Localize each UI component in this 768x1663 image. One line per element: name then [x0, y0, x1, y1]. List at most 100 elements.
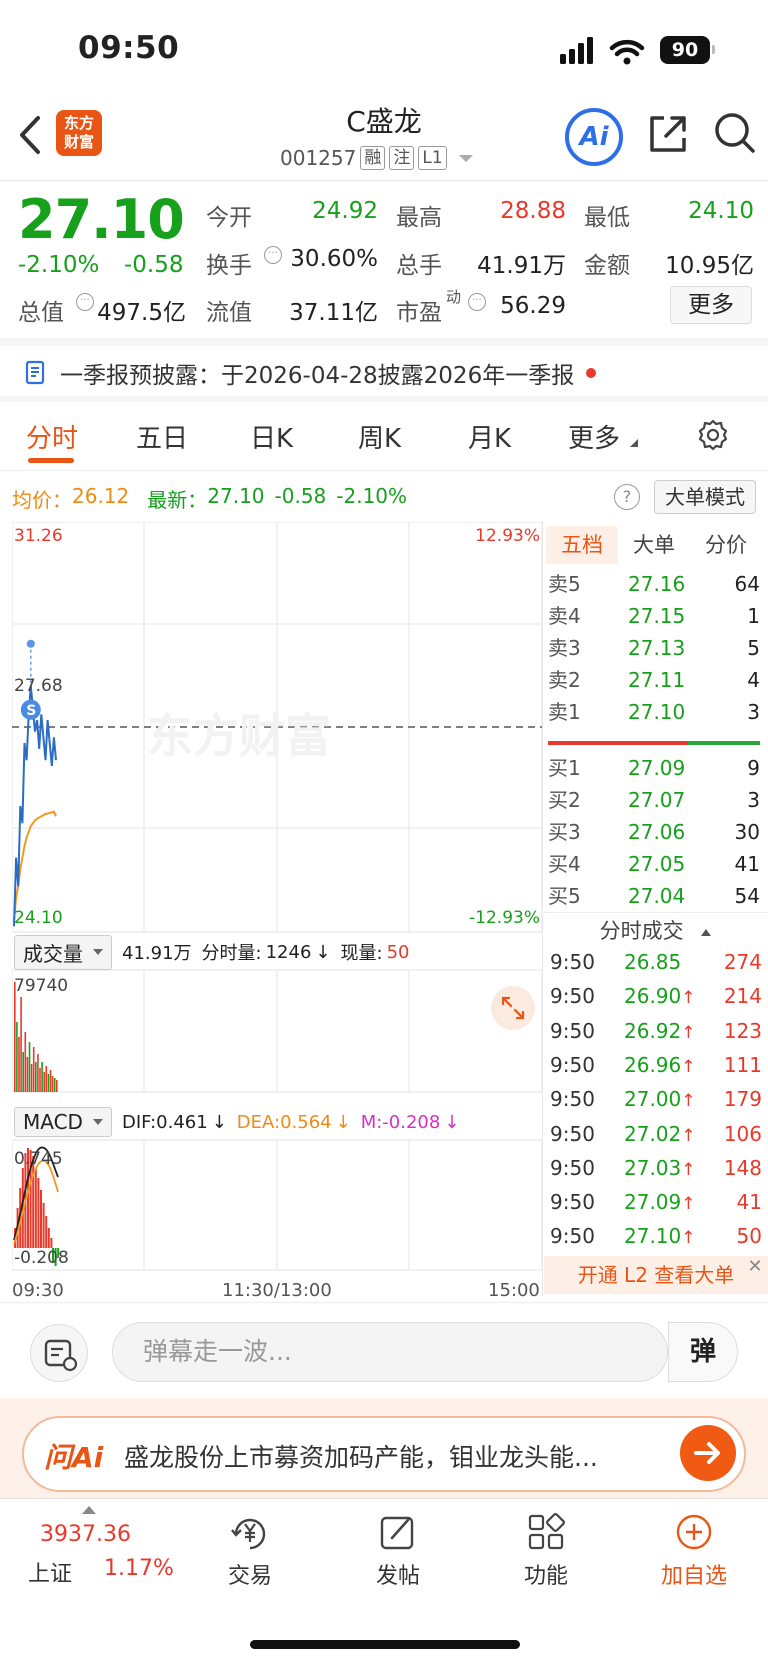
level-price: 27.10 — [628, 700, 686, 724]
trade-volume: 179 — [723, 1087, 762, 1112]
volume-minute-label: 分时量: — [201, 943, 262, 964]
macd-bar — [45, 1216, 48, 1248]
price-mid-label: 27.68 — [14, 676, 63, 696]
tab-five-day[interactable]: 五日 — [136, 418, 188, 455]
stock-code: 001257 — [280, 146, 357, 170]
level-volume: 4 — [747, 668, 760, 692]
chart-settings-button[interactable] — [696, 418, 730, 452]
change-percent: -2.10% — [18, 252, 100, 278]
price-line — [13, 685, 57, 927]
index-value[interactable]: 3937.36 — [40, 1522, 131, 1547]
trade-price: 27.02↑ — [624, 1121, 696, 1146]
level-volume: 30 — [734, 820, 760, 844]
search-button[interactable] — [712, 110, 756, 156]
macd-bar — [42, 1203, 45, 1248]
macd-header: MACD DIF:0.461 ↓ DEA:0.564 ↓ M:-0.208 ↓ — [14, 1106, 534, 1138]
orderbook-row[interactable]: 买5 27.04 54 — [548, 881, 760, 911]
macd-indicator-select[interactable]: MACD — [14, 1107, 112, 1137]
latest-change: -0.58 — [274, 484, 327, 508]
tab-big-orders[interactable]: 大单 — [618, 526, 690, 564]
trade-volume: 214 — [723, 984, 762, 1009]
more-quote-button[interactable]: 更多 — [670, 286, 752, 324]
share-icon — [650, 116, 686, 152]
orderbook-row[interactable]: 卖4 27.15 1 — [548, 601, 760, 631]
nav-add-watchlist[interactable]: 加自选 — [644, 1512, 744, 1590]
tab-monthly-k[interactable]: 月K — [468, 418, 511, 455]
intraday-chart[interactable]: 东方财富 S 31.26 27.68 24.10 12.93% -12.93% … — [12, 522, 542, 1277]
notice-bar[interactable]: 一季报预披露：于2026-04-28披露2026年一季报 — [24, 356, 597, 390]
arrow-down-icon: ↓ — [211, 1111, 227, 1133]
volume-select-label: 成交量 — [23, 941, 83, 966]
trade-volume: 274 — [723, 950, 762, 974]
volume-bar — [32, 1047, 35, 1092]
volume-now-label: 现量: — [340, 943, 383, 964]
orderbook-row[interactable]: 买3 27.06 30 — [548, 817, 760, 847]
arrow-up-icon: ↑ — [681, 1125, 696, 1146]
orderbook-row[interactable]: 卖1 27.10 3 — [548, 697, 760, 727]
ai-button[interactable]: Ai — [565, 108, 623, 166]
danmu-input[interactable]: 弹幕走一波... — [112, 1322, 668, 1382]
time-start: 09:30 — [12, 1280, 64, 1301]
level-label: 卖2 — [548, 668, 581, 692]
search-icon — [715, 113, 755, 153]
arrow-down-icon: ↓ — [335, 1111, 351, 1133]
tab-weekly-k[interactable]: 周K — [358, 418, 401, 455]
orderbook-row[interactable]: 卖3 27.13 5 — [548, 633, 760, 663]
big-order-mode-button[interactable]: 大单模式 — [654, 480, 756, 514]
macd-top-label: 0.745 — [14, 1149, 63, 1169]
orderbook-row[interactable]: 买1 27.09 9 — [548, 753, 760, 783]
corner-caret-icon — [630, 439, 639, 447]
orderbook-row[interactable]: 买4 27.05 41 — [548, 849, 760, 879]
low-label: 最低 — [584, 205, 630, 231]
info-icon[interactable]: ··· — [468, 293, 486, 311]
index-percent[interactable]: 1.17% — [104, 1556, 174, 1581]
volume-max-label: 79740 — [14, 976, 68, 996]
document-icon — [25, 360, 45, 385]
bid-ask-ratio-bar — [548, 741, 760, 745]
help-icon[interactable]: ? — [614, 484, 640, 510]
orderbook-divider — [542, 522, 543, 1296]
tab-five-levels[interactable]: 五档 — [546, 526, 618, 564]
orderbook-row[interactable]: 卖5 27.16 64 — [548, 569, 760, 599]
level-volume: 64 — [734, 572, 760, 596]
arrow-up-icon: ↑ — [681, 1056, 696, 1077]
dea-value: DEA:0.564 — [236, 1111, 332, 1133]
orderbook-row[interactable]: 买2 27.07 3 — [548, 785, 760, 815]
close-icon[interactable]: ✕ — [744, 1256, 766, 1278]
trade-time: 9:50 — [550, 984, 595, 1009]
level-label: 买1 — [548, 756, 581, 780]
latest-value: 27.10 — [207, 484, 265, 508]
l2-upgrade-banner[interactable]: 开通 L2 查看大单 — [544, 1256, 768, 1294]
caret-up-icon — [82, 1506, 96, 1514]
nav-trade[interactable]: 交易 — [200, 1512, 300, 1590]
m-value: M:-0.208 — [360, 1111, 441, 1133]
tab-more[interactable]: 更多 — [568, 418, 639, 455]
volume-indicator-select[interactable]: 成交量 — [14, 934, 112, 970]
trade-row: 9:50 27.00↑ 179 — [550, 1082, 762, 1116]
ask-ai-go-button[interactable] — [680, 1425, 736, 1481]
ask-ratio — [548, 741, 688, 745]
danmu-settings-button[interactable] — [30, 1324, 88, 1382]
trade-price: 26.85 — [624, 950, 682, 974]
ask-ai-prompt[interactable]: 盛龙股份上市募资加码产能，钼业龙头能... — [124, 1438, 654, 1474]
header-divider — [0, 180, 768, 181]
level-volume: 54 — [734, 884, 760, 908]
volume-bar — [53, 1078, 56, 1092]
s-badge-letter: S — [26, 703, 36, 719]
tab-intraday[interactable]: 分时 — [26, 418, 78, 455]
volume-bar — [30, 1064, 33, 1092]
arrow-right-icon — [694, 1442, 720, 1464]
expand-chart-button[interactable] — [491, 986, 535, 1030]
tab-price-distribution[interactable]: 分价 — [690, 526, 762, 564]
nav-post[interactable]: 发帖 — [348, 1512, 448, 1590]
nav-functions[interactable]: 功能 — [496, 1512, 596, 1590]
danmu-toggle-button[interactable]: 弹 — [668, 1322, 738, 1382]
stock-code-row[interactable]: 001257 融 注 L1 — [280, 146, 473, 170]
orderbook-row[interactable]: 卖2 27.11 4 — [548, 665, 760, 695]
tab-daily-k[interactable]: 日K — [250, 418, 293, 455]
price-bottom-label: 24.10 — [14, 908, 63, 928]
share-button[interactable] — [646, 112, 690, 156]
trades-header[interactable]: 分时成交 — [544, 915, 768, 945]
index-name[interactable]: 上证 — [28, 1556, 72, 1588]
gear-icon — [698, 419, 728, 451]
